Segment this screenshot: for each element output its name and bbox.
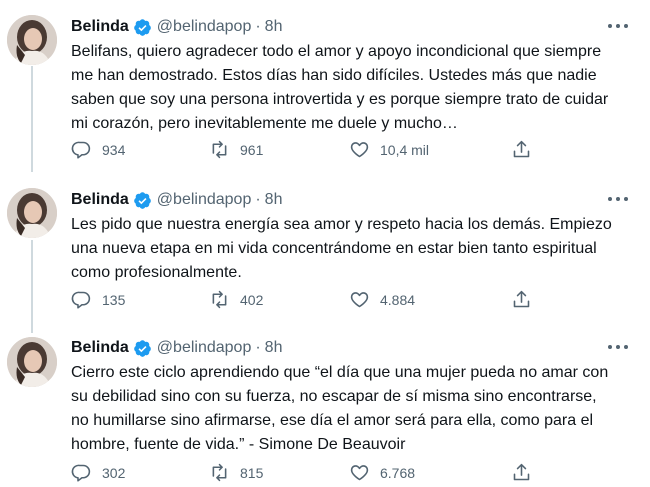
share-icon (513, 290, 530, 308)
avatar[interactable] (7, 188, 57, 238)
reply-icon (71, 291, 91, 309)
separator-dot: · (255, 191, 261, 208)
author-name[interactable]: Belinda (71, 191, 129, 209)
like-count: 10,4 mil (380, 141, 430, 158)
retweet-icon (212, 290, 227, 309)
author-name[interactable]: Belinda (71, 18, 129, 36)
heart-icon (350, 142, 369, 158)
tweet[interactable]: Belinda @belindapop · 8h Cierro este cic… (0, 333, 650, 483)
share-button[interactable] (511, 462, 542, 483)
tweet-text-line: me han demostrado. Estos días han sido d… (71, 67, 597, 84)
reply-button[interactable]: 135 (71, 289, 125, 310)
avatar-photo (7, 337, 57, 387)
heart-icon (350, 465, 369, 481)
tweet-timestamp[interactable]: 8h (265, 339, 283, 357)
share-button[interactable] (511, 289, 542, 310)
tweet-text-line: hombre, fuente de vida.” - Simone De Bea… (71, 436, 406, 453)
reply-button[interactable]: 302 (71, 462, 125, 483)
tweet-text-line: saben que soy una persona introvertida y… (71, 91, 609, 108)
retweet-count: 815 (240, 464, 264, 481)
more-options-icon[interactable] (608, 19, 628, 33)
retweet-button[interactable]: 402 (209, 289, 263, 310)
avatar-photo (7, 15, 57, 65)
tweet-text: Cierro este ciclo aprendiendo que “el dí… (71, 361, 631, 457)
tweet-text-line: como profesionalmente. (71, 264, 242, 281)
share-button[interactable] (511, 139, 542, 160)
like-button[interactable]: 10,4 mil (349, 139, 429, 160)
reply-button[interactable]: 934 (71, 139, 125, 160)
separator-dot: · (255, 18, 261, 35)
retweet-button[interactable]: 961 (209, 139, 263, 160)
share-icon (513, 140, 530, 158)
share-icon (513, 463, 530, 481)
tweet-text-line: Belifans, quiero agradecer todo el amor … (71, 43, 602, 60)
tweet-header: Belinda @belindapop · 8h (71, 336, 282, 360)
verified-badge-icon (133, 18, 151, 36)
tweet-timestamp[interactable]: 8h (265, 191, 283, 209)
more-options-icon[interactable] (608, 340, 628, 354)
like-button[interactable]: 6.768 (349, 462, 415, 483)
tweet-actions: 302 815 6.768 (71, 462, 541, 486)
author-name[interactable]: Belinda (71, 339, 129, 357)
retweet-button[interactable]: 815 (209, 462, 263, 483)
author-handle[interactable]: @belindapop (157, 191, 252, 209)
retweet-count: 402 (240, 291, 264, 308)
reply-icon (71, 141, 91, 159)
tweet-text-line: su debilidad sino con su fuerza, no esca… (71, 388, 597, 405)
tweet-text: Belifans, quiero agradecer todo el amor … (71, 40, 631, 136)
retweet-icon (212, 463, 227, 482)
more-options-icon[interactable] (608, 192, 628, 206)
like-button[interactable]: 4.884 (349, 289, 415, 310)
avatar[interactable] (7, 337, 57, 387)
author-handle[interactable]: @belindapop (157, 339, 252, 357)
retweet-count: 961 (240, 141, 264, 158)
tweet-header: Belinda @belindapop · 8h (71, 15, 282, 39)
author-handle[interactable]: @belindapop (157, 18, 252, 36)
reply-icon (71, 464, 91, 482)
tweet-text-line: una nueva etapa en mi vida concentrándom… (71, 240, 597, 257)
separator-dot: · (255, 339, 261, 356)
tweet-text: Les pido que nuestra energía sea amor y … (71, 213, 631, 285)
tweet[interactable]: Belinda @belindapop · 8h Les pido que nu… (0, 182, 650, 322)
tweet-actions: 934 961 10,4 mil (71, 139, 541, 163)
heart-icon (350, 292, 369, 308)
retweet-icon (212, 140, 227, 159)
reply-count: 135 (102, 291, 126, 308)
tweet-timestamp[interactable]: 8h (265, 18, 283, 36)
tweet-header: Belinda @belindapop · 8h (71, 188, 282, 212)
tweet-text-line: Les pido que nuestra energía sea amor y … (71, 216, 612, 233)
like-count: 6.768 (380, 464, 416, 481)
verified-badge-icon (133, 191, 151, 209)
tweet-text-line: mi corazón, pero inevitablemente me duel… (71, 115, 458, 132)
reply-count: 934 (102, 141, 126, 158)
avatar[interactable] (7, 15, 57, 65)
tweet-text-line: no humillarse sino afirmarse, ese día el… (71, 412, 594, 429)
tweet[interactable]: Belinda @belindapop · 8h Belifans, quier… (0, 9, 650, 169)
tweet-actions: 135 402 4.884 (71, 289, 541, 313)
avatar-photo (7, 188, 57, 238)
tweet-text-line: Cierro este ciclo aprendiendo que “el dí… (71, 364, 609, 381)
like-count: 4.884 (380, 291, 416, 308)
reply-count: 302 (102, 464, 126, 481)
verified-badge-icon (133, 339, 151, 357)
